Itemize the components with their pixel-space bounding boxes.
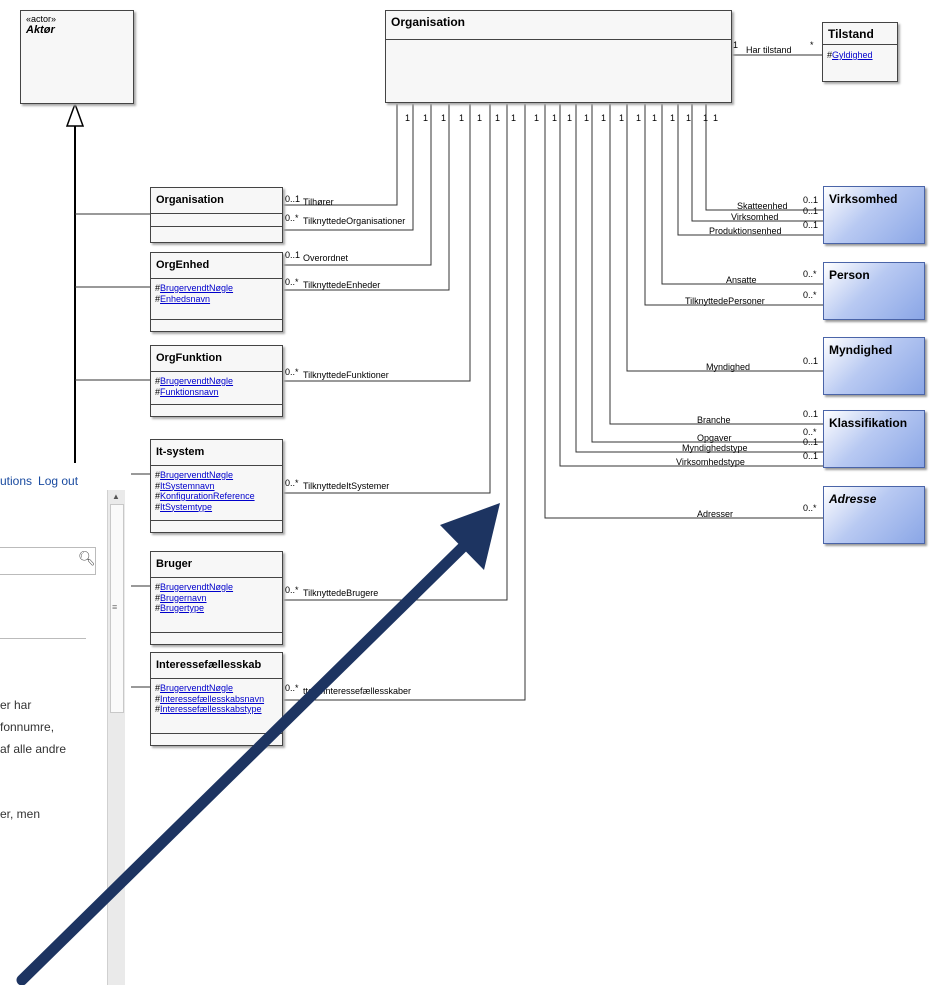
uml-diagram-canvas: «actor» Aktør Organisation Tilstand #Gyl… [0,0,932,985]
big-arrow [16,503,500,985]
